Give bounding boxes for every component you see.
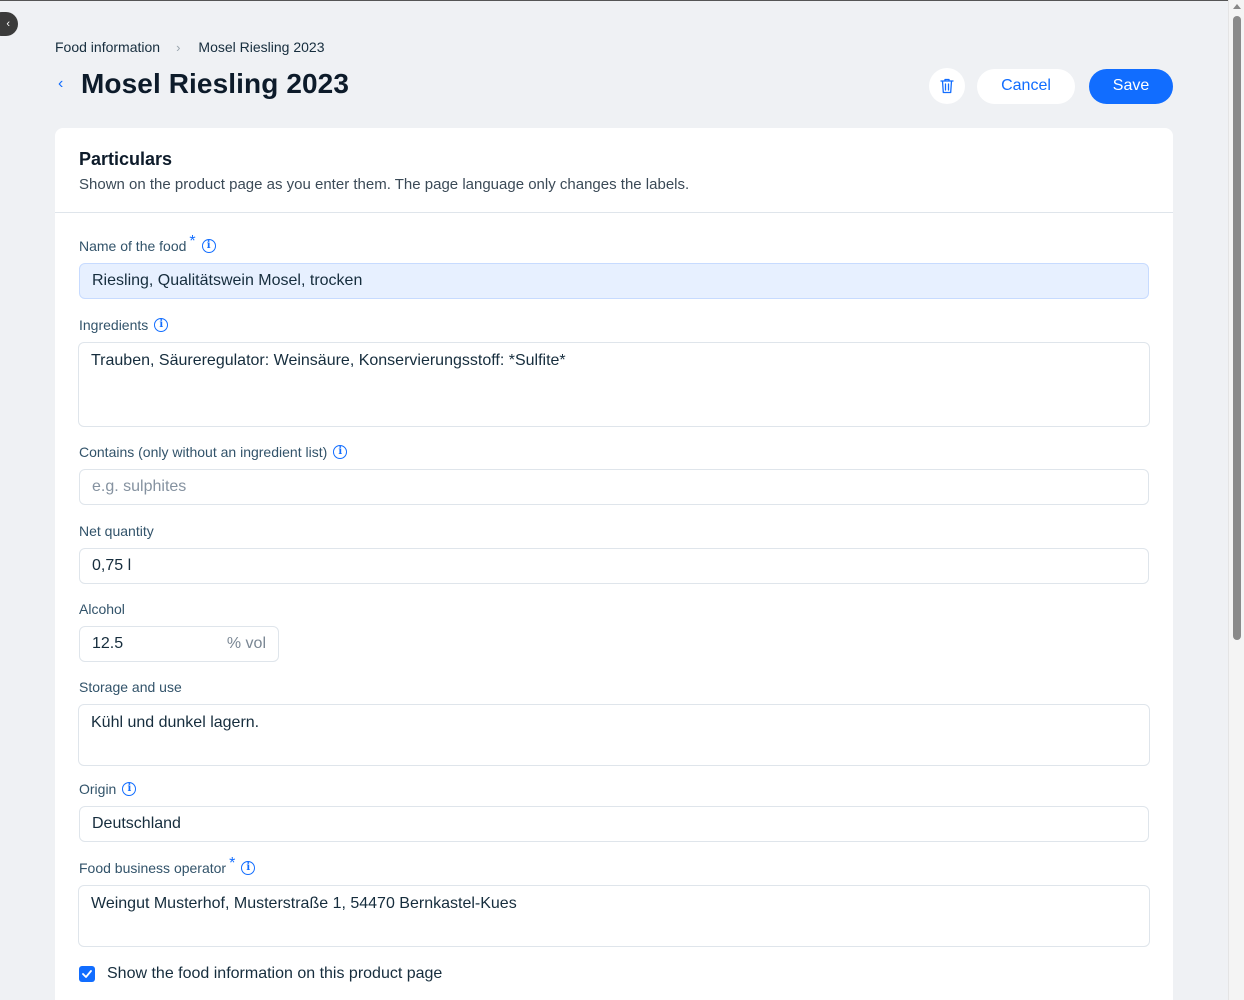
operator-label-text: Food business operator xyxy=(79,860,227,876)
show-on-page-label[interactable]: Show the food information on this produc… xyxy=(107,965,442,983)
particulars-card: Particulars Shown on the product page as… xyxy=(55,128,1173,1000)
chevron-left-icon: ‹ xyxy=(6,18,10,30)
breadcrumb-parent-link[interactable]: Food information xyxy=(55,39,160,55)
alcohol-label: Alcohol xyxy=(79,601,125,617)
scroll-thumb[interactable] xyxy=(1233,16,1241,640)
alcohol-unit-suffix: % vol xyxy=(226,635,266,652)
name-label: Name of the food * i xyxy=(79,233,1149,255)
alcohol-field: Alcohol 12.5 % vol xyxy=(79,600,1149,662)
window-top-border xyxy=(0,0,1244,1)
save-button[interactable]: Save xyxy=(1089,68,1173,104)
name-input[interactable]: Riesling, Qualitätswein Mosel, trocken xyxy=(79,263,1149,299)
header-actions: Cancel Save xyxy=(929,68,1173,104)
cancel-button[interactable]: Cancel xyxy=(977,68,1075,104)
storage-label: Storage and use xyxy=(79,679,182,695)
breadcrumb: Food information › Mosel Riesling 2023 xyxy=(55,39,324,55)
info-icon[interactable]: i xyxy=(201,239,216,253)
card-title: Particulars xyxy=(79,149,173,169)
required-asterisk: * xyxy=(229,855,236,872)
checkmark-icon xyxy=(82,970,92,978)
ingredients-label: Ingredients i xyxy=(79,316,1149,334)
card-header: Particulars Shown on the product page as… xyxy=(55,128,1173,213)
breadcrumb-chevron-icon: › xyxy=(176,39,181,55)
scroll-up-arrow-icon[interactable] xyxy=(1233,4,1241,9)
breadcrumb-current: Mosel Riesling 2023 xyxy=(198,39,325,55)
origin-label: Origin i xyxy=(79,780,1149,798)
alcohol-input[interactable]: 12.5 % vol xyxy=(79,626,279,662)
contains-label: Contains (only without an ingredient lis… xyxy=(79,443,1149,461)
ingredients-textarea[interactable]: Trauben, Säureregulator: Weinsäure, Kons… xyxy=(78,342,1150,427)
sidebar-collapse-button[interactable]: ‹ xyxy=(0,12,18,36)
operator-textarea[interactable]: Weingut Musterhof, Musterstraße 1, 54470… xyxy=(78,885,1150,947)
origin-input[interactable]: Deutschland xyxy=(79,806,1149,842)
info-icon[interactable]: i xyxy=(241,861,256,875)
info-icon[interactable]: i xyxy=(154,318,169,332)
contains-input[interactable]: e.g. sulphites xyxy=(79,469,1149,505)
contains-label-text: Contains (only without an ingredient lis… xyxy=(79,444,328,460)
show-on-page-checkbox[interactable] xyxy=(79,966,95,982)
net-quantity-label: Net quantity xyxy=(79,523,154,539)
ingredients-label-text: Ingredients xyxy=(79,317,149,333)
delete-button[interactable] xyxy=(929,68,965,104)
operator-field: Food business operator * i Weingut Muste… xyxy=(78,855,1150,947)
name-field: Name of the food * i Riesling, Qualitäts… xyxy=(79,233,1149,299)
alcohol-value: 12.5 xyxy=(92,635,124,652)
show-on-page-row: Show the food information on this produc… xyxy=(79,965,442,983)
net-quantity-input[interactable]: 0,75 l xyxy=(79,548,1149,584)
back-chevron-icon[interactable]: ‹ xyxy=(55,75,81,93)
card-subtitle: Shown on the product page as you enter t… xyxy=(79,176,690,193)
required-asterisk: * xyxy=(189,233,196,250)
name-label-text: Name of the food xyxy=(79,238,187,254)
origin-label-text: Origin xyxy=(79,781,117,797)
origin-field: Origin i Deutschland xyxy=(79,780,1149,842)
storage-field: Storage and use Kühl und dunkel lagern. xyxy=(78,678,1150,766)
info-icon[interactable]: i xyxy=(333,445,348,459)
storage-textarea[interactable]: Kühl und dunkel lagern. xyxy=(78,704,1150,766)
trash-icon xyxy=(940,78,954,94)
contains-field: Contains (only without an ingredient lis… xyxy=(79,443,1149,505)
info-icon[interactable]: i xyxy=(122,782,137,796)
ingredients-field: Ingredients i Trauben, Säureregulator: W… xyxy=(78,316,1150,427)
net-quantity-field: Net quantity 0,75 l xyxy=(79,522,1149,584)
page-scrollbar[interactable] xyxy=(1228,0,1244,1000)
page-title-row: ‹ Mosel Riesling 2023 xyxy=(55,68,349,100)
operator-label: Food business operator * i xyxy=(79,855,1149,877)
page-title: Mosel Riesling 2023 xyxy=(81,68,350,99)
